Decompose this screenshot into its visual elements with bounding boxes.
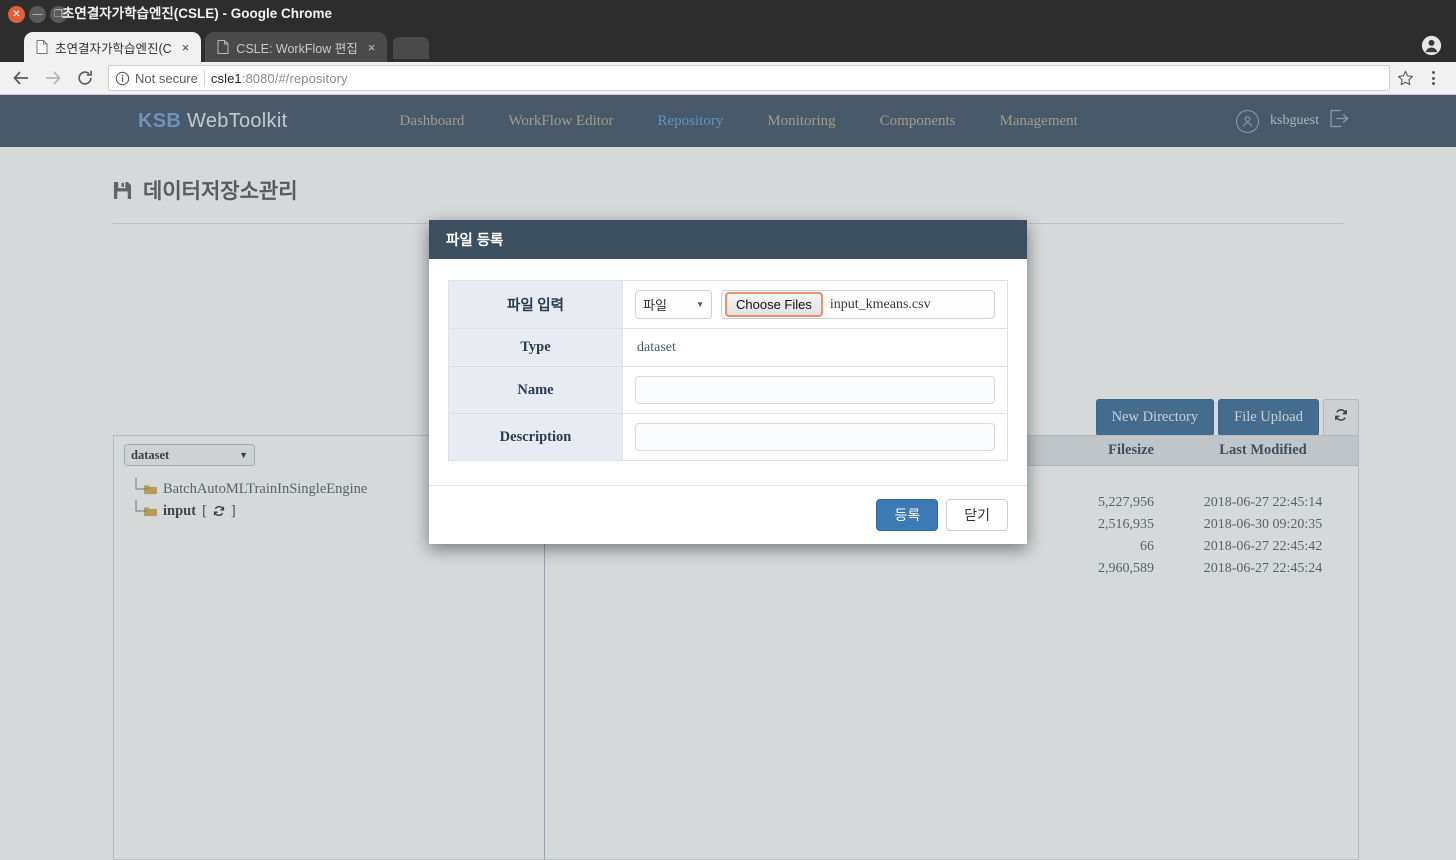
reload-button[interactable]	[70, 65, 100, 91]
address-bar[interactable]: Not secure csle1:8080/#/repository	[108, 65, 1390, 91]
tab-title: 초연결자가학습엔진(C	[55, 41, 172, 56]
chevron-down-icon: ▼	[696, 300, 704, 309]
menu-dot	[1431, 76, 1435, 80]
tab-close-icon[interactable]: ×	[365, 39, 379, 56]
forward-button[interactable]	[38, 65, 68, 91]
security-indicator[interactable]: Not secure	[115, 71, 198, 86]
label-type: Type	[448, 328, 623, 367]
file-kind-value: 파일	[643, 298, 667, 313]
tab-close-icon[interactable]: ×	[179, 39, 193, 56]
profile-avatar-icon[interactable]	[1421, 35, 1442, 56]
submit-button[interactable]: 등록	[876, 499, 939, 531]
label-description: Description	[448, 413, 623, 461]
form-row-type: Type dataset	[448, 328, 1008, 367]
new-tab-button[interactable]	[393, 37, 430, 59]
form-row-file-input: 파일 입력 파일 ▼ Choose Files input_kmeans.csv	[448, 280, 1008, 329]
web-page: KSB WebToolkit Dashboard WorkFlow Editor…	[0, 95, 1456, 860]
window-close-button[interactable]: ✕	[8, 5, 25, 23]
label-name: Name	[448, 366, 623, 414]
url-host: csle1	[210, 70, 242, 86]
name-input[interactable]	[635, 376, 995, 404]
reload-icon	[78, 70, 92, 85]
omnibox-divider	[203, 70, 205, 86]
file-upload-modal: 파일 등록 파일 입력 파일 ▼ Choose Files input_kmea…	[429, 220, 1027, 544]
url-text: csle1:8080/#/repository	[211, 71, 348, 86]
back-button[interactable]	[6, 65, 36, 91]
file-input-row: 파일 ▼ Choose Files input_kmeans.csv	[635, 290, 995, 319]
browser-tab-1[interactable]: 초연결자가학습엔진(C ×	[24, 32, 202, 62]
tab-title: CSLE: WorkFlow 편집	[236, 41, 358, 56]
tab-strip: 초연결자가학습엔진(C × CSLE: WorkFlow 편집 ×	[0, 28, 1456, 62]
close-modal-button[interactable]: 닫기	[946, 499, 1008, 531]
browser-menu-button[interactable]	[1420, 71, 1446, 85]
field-file-input: 파일 ▼ Choose Files input_kmeans.csv	[622, 280, 1008, 329]
chosen-file-name: input_kmeans.csv	[829, 296, 931, 312]
chrome-browser-window: ✕ — ❐ 초연결자가학습엔진(CSLE) - Google Chrome 초연…	[0, 0, 1456, 860]
info-circle-icon	[115, 71, 130, 85]
url-path: :8080/#/repository	[241, 70, 348, 86]
browser-tab-2[interactable]: CSLE: WorkFlow 편집 ×	[205, 32, 388, 62]
modal-header: 파일 등록	[429, 220, 1027, 259]
file-picker[interactable]: Choose Files input_kmeans.csv	[721, 290, 995, 319]
security-label: Not secure	[135, 70, 198, 86]
form-row-description: Description	[448, 413, 1008, 461]
file-register-form: 파일 입력 파일 ▼ Choose Files input_kmeans.csv	[448, 280, 1008, 461]
value-type: dataset	[622, 328, 1008, 367]
bookmark-star-button[interactable]	[1392, 70, 1418, 87]
page-document-icon	[36, 40, 48, 54]
menu-dot	[1431, 82, 1435, 85]
modal-title: 파일 등록	[446, 233, 504, 249]
arrow-left-icon	[13, 71, 28, 85]
window-title: 초연결자가학습엔진(CSLE) - Google Chrome	[62, 6, 333, 21]
label-file-input: 파일 입력	[448, 280, 623, 329]
menu-dot	[1431, 71, 1435, 74]
arrow-right-icon	[46, 71, 61, 85]
browser-toolbar: Not secure csle1:8080/#/repository	[0, 62, 1456, 95]
window-minimize-button[interactable]: —	[29, 5, 46, 23]
window-titlebar: ✕ — ❐ 초연결자가학습엔진(CSLE) - Google Chrome	[0, 0, 1456, 28]
page-document-icon	[217, 40, 229, 54]
description-input[interactable]	[635, 423, 995, 451]
modal-footer: 등록 닫기	[429, 485, 1027, 544]
field-description	[622, 413, 1008, 461]
modal-body: 파일 입력 파일 ▼ Choose Files input_kmeans.csv	[429, 259, 1027, 485]
field-name	[622, 366, 1008, 414]
form-row-name: Name	[448, 366, 1008, 414]
file-kind-select[interactable]: 파일 ▼	[635, 290, 712, 319]
star-icon	[1397, 70, 1413, 85]
choose-files-button[interactable]: Choose Files	[725, 292, 823, 317]
